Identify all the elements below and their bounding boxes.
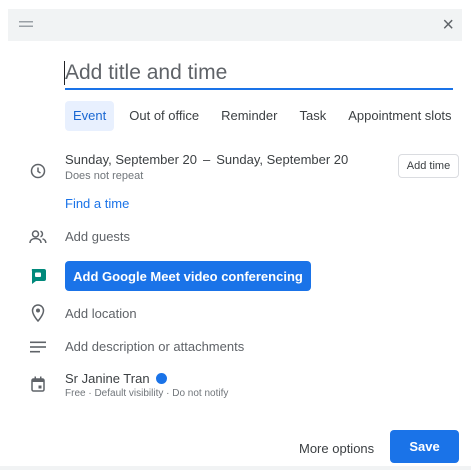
tab-reminder[interactable]: Reminder: [214, 101, 284, 131]
calendar-icon: [28, 374, 48, 394]
tab-task[interactable]: Task: [292, 101, 333, 131]
tab-appointment-slots[interactable]: Appointment slots: [341, 101, 458, 131]
save-button[interactable]: Save: [390, 430, 459, 463]
dialog-header: ×: [8, 9, 462, 41]
start-date[interactable]: Sunday, September 20: [65, 152, 197, 167]
tab-out-of-office[interactable]: Out of office: [122, 101, 206, 131]
google-meet-icon: [28, 266, 48, 286]
close-icon[interactable]: ×: [442, 15, 454, 35]
date-range[interactable]: Sunday, September 20– Sunday, September 2…: [65, 152, 348, 167]
more-options-button[interactable]: More options: [299, 441, 374, 456]
date-separator: –: [203, 152, 211, 167]
add-google-meet-button[interactable]: Add Google Meet video conferencing: [65, 261, 311, 291]
people-icon: [28, 227, 48, 247]
text-caret: [64, 61, 65, 85]
end-date[interactable]: Sunday, September 20: [216, 152, 348, 167]
add-location-field[interactable]: Add location: [65, 306, 137, 321]
title-underline: [65, 88, 453, 90]
title-input[interactable]: [65, 58, 453, 88]
calendar-color-dot: [155, 373, 167, 384]
add-description-field[interactable]: Add description or attachments: [65, 339, 244, 354]
find-a-time-link[interactable]: Find a time: [65, 196, 129, 211]
repeat-status[interactable]: Does not repeat: [65, 170, 143, 182]
owner-settings[interactable]: Free · Default visibility · Do not notif…: [65, 388, 228, 399]
owner-name: Sr Janine Tran: [65, 371, 150, 386]
clock-icon: [28, 161, 48, 181]
description-icon: [28, 337, 48, 357]
tab-event[interactable]: Event: [65, 101, 115, 131]
location-pin-icon: [28, 303, 48, 323]
drag-handle-icon[interactable]: [19, 17, 33, 33]
add-guests-field[interactable]: Add guests: [65, 229, 130, 244]
add-time-button[interactable]: Add time: [398, 154, 459, 178]
event-type-tabs: Event Out of office Reminder Task Appoin…: [65, 101, 467, 131]
dialog-bottom-edge: [0, 466, 471, 470]
calendar-owner[interactable]: Sr Janine Tran: [65, 371, 167, 386]
